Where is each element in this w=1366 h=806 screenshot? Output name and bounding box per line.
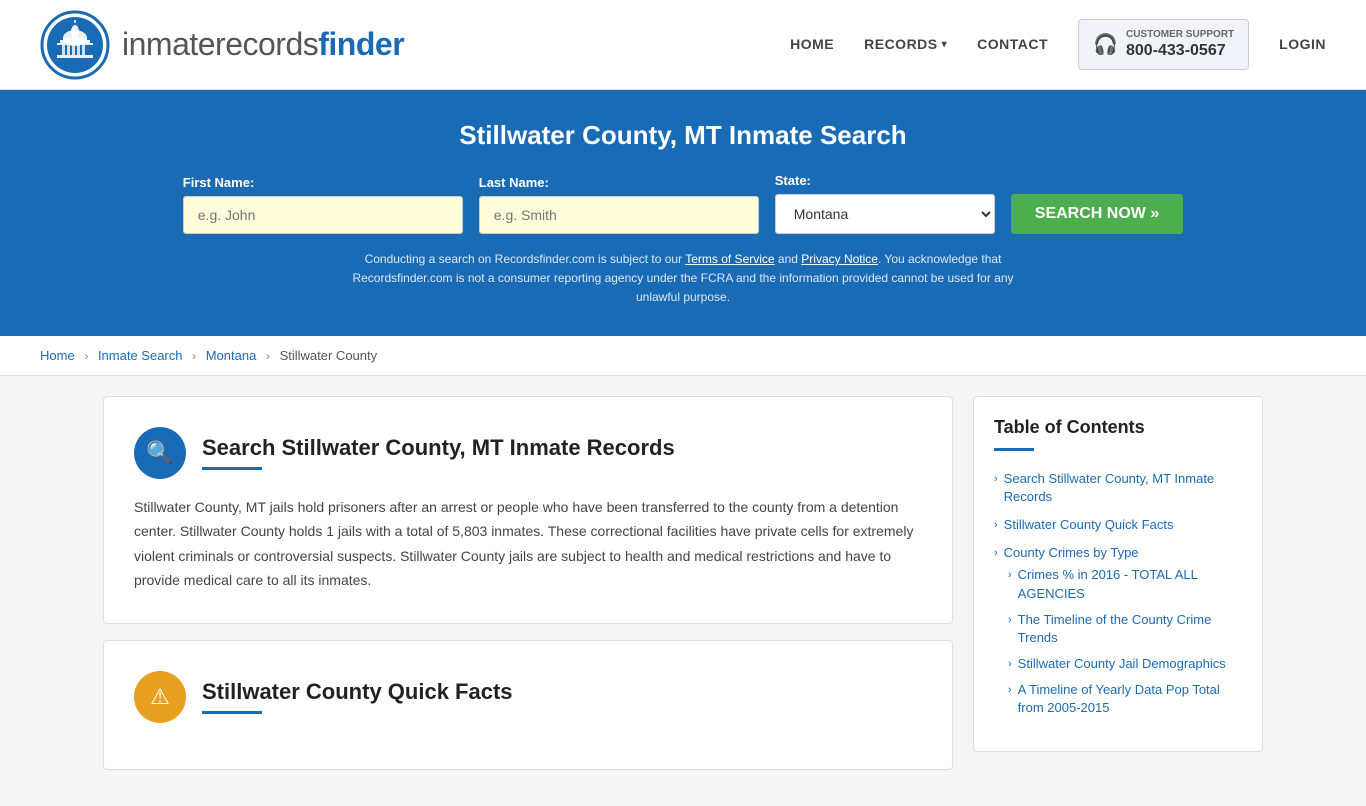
toc-sub-link-1[interactable]: › Crimes % in 2016 - TOTAL ALL AGENCIES — [1008, 566, 1242, 602]
toc-item-2: › Stillwater County Quick Facts — [994, 511, 1242, 539]
toc-sub-item-4: › A Timeline of Yearly Data Pop Total fr… — [1008, 677, 1242, 721]
customer-support[interactable]: 🎧 CUSTOMER SUPPORT 800-433-0567 — [1078, 19, 1249, 71]
toc-sub-chevron-3: › — [1008, 657, 1012, 672]
privacy-link[interactable]: Privacy Notice — [801, 252, 878, 266]
first-name-group: First Name: — [183, 175, 463, 234]
logo-icon — [40, 10, 110, 80]
toc-sublist: › Crimes % in 2016 - TOTAL ALL AGENCIES … — [994, 562, 1242, 721]
section1-title: Search Stillwater County, MT Inmate Reco… — [202, 435, 675, 461]
support-number: 800-433-0567 — [1126, 41, 1234, 62]
breadcrumb-sep-3: › — [266, 349, 270, 363]
toc-chevron-2: › — [994, 518, 998, 533]
toc-sub-chevron-1: › — [1008, 568, 1012, 583]
toc-divider — [994, 448, 1034, 451]
last-name-group: Last Name: — [479, 175, 759, 234]
section2-title: Stillwater County Quick Facts — [202, 679, 513, 705]
support-label: CUSTOMER SUPPORT — [1126, 28, 1234, 41]
toc-sub-link-3[interactable]: › Stillwater County Jail Demographics — [1008, 655, 1242, 673]
toc-card: Table of Contents › Search Stillwater Co… — [973, 396, 1263, 752]
header: inmaterecordsfinder HOME RECORDS ▾ CONTA… — [0, 0, 1366, 90]
breadcrumb-montana[interactable]: Montana — [206, 348, 257, 363]
state-select[interactable]: Montana Alabama Alaska Arizona Californi… — [775, 194, 995, 234]
toc-chevron-1: › — [994, 472, 998, 487]
logo-area: inmaterecordsfinder — [40, 10, 404, 80]
disclaimer: Conducting a search on Recordsfinder.com… — [333, 250, 1033, 308]
tos-link[interactable]: Terms of Service — [685, 252, 774, 266]
main-content: 🔍 Search Stillwater County, MT Inmate Re… — [83, 396, 1283, 786]
breadcrumb-inmate-search[interactable]: Inmate Search — [98, 348, 183, 363]
card-header-1: 🔍 Search Stillwater County, MT Inmate Re… — [134, 427, 922, 479]
toc-link-2[interactable]: › Stillwater County Quick Facts — [994, 516, 1242, 534]
breadcrumb-home[interactable]: Home — [40, 348, 75, 363]
content-area: 🔍 Search Stillwater County, MT Inmate Re… — [103, 396, 953, 786]
nav-contact[interactable]: CONTACT — [977, 36, 1048, 52]
title-underline-1 — [202, 467, 262, 470]
toc-sub-link-4[interactable]: › A Timeline of Yearly Data Pop Total fr… — [1008, 681, 1242, 717]
info-circle-icon: ⚠ — [134, 671, 186, 723]
search-circle-icon: 🔍 — [134, 427, 186, 479]
breadcrumb-sep-1: › — [84, 349, 88, 363]
first-name-input[interactable] — [183, 196, 463, 234]
state-label: State: — [775, 173, 811, 188]
search-hero: Stillwater County, MT Inmate Search Firs… — [0, 90, 1366, 336]
section1-body: Stillwater County, MT jails hold prisone… — [134, 495, 922, 593]
card-header-2: ⚠ Stillwater County Quick Facts — [134, 671, 922, 723]
chevron-down-icon: ▾ — [942, 39, 948, 50]
logo-text[interactable]: inmaterecordsfinder — [122, 26, 404, 63]
nav-home[interactable]: HOME — [790, 36, 834, 52]
headset-icon: 🎧 — [1093, 32, 1118, 57]
toc-item-3: › County Crimes by Type › Crimes % in 20… — [994, 539, 1242, 727]
toc-sub-link-2[interactable]: › The Timeline of the County Crime Trend… — [1008, 611, 1242, 647]
toc-item-1: › Search Stillwater County, MT Inmate Re… — [994, 465, 1242, 511]
state-group: State: Montana Alabama Alaska Arizona Ca… — [775, 173, 995, 234]
toc-sub-item-3: › Stillwater County Jail Demographics — [1008, 651, 1242, 677]
section-quick-facts: ⚠ Stillwater County Quick Facts — [103, 640, 953, 770]
toc-link-1[interactable]: › Search Stillwater County, MT Inmate Re… — [994, 470, 1242, 506]
toc-sub-item-2: › The Timeline of the County Crime Trend… — [1008, 607, 1242, 651]
last-name-input[interactable] — [479, 196, 759, 234]
search-button[interactable]: SEARCH NOW » — [1011, 194, 1183, 234]
hero-title: Stillwater County, MT Inmate Search — [40, 120, 1326, 151]
nav-records[interactable]: RECORDS ▾ — [864, 36, 947, 52]
toc-sub-item-1: › Crimes % in 2016 - TOTAL ALL AGENCIES — [1008, 562, 1242, 606]
toc-sub-chevron-2: › — [1008, 613, 1012, 628]
toc-list: › Search Stillwater County, MT Inmate Re… — [994, 465, 1242, 727]
search-form: First Name: Last Name: State: Montana Al… — [40, 173, 1326, 234]
toc-chevron-3: › — [994, 546, 998, 561]
breadcrumb-sep-2: › — [192, 349, 196, 363]
first-name-label: First Name: — [183, 175, 255, 190]
nav: HOME RECORDS ▾ CONTACT 🎧 CUSTOMER SUPPOR… — [790, 19, 1326, 71]
login-button[interactable]: LOGIN — [1279, 36, 1326, 52]
breadcrumb-current: Stillwater County — [280, 348, 378, 363]
section-inmate-records: 🔍 Search Stillwater County, MT Inmate Re… — [103, 396, 953, 624]
breadcrumb: Home › Inmate Search › Montana › Stillwa… — [0, 336, 1366, 376]
toc-title: Table of Contents — [994, 417, 1242, 438]
toc-link-3[interactable]: › County Crimes by Type — [994, 544, 1242, 562]
sidebar: Table of Contents › Search Stillwater Co… — [973, 396, 1263, 752]
last-name-label: Last Name: — [479, 175, 549, 190]
title-underline-2 — [202, 711, 262, 714]
toc-sub-chevron-4: › — [1008, 683, 1012, 698]
